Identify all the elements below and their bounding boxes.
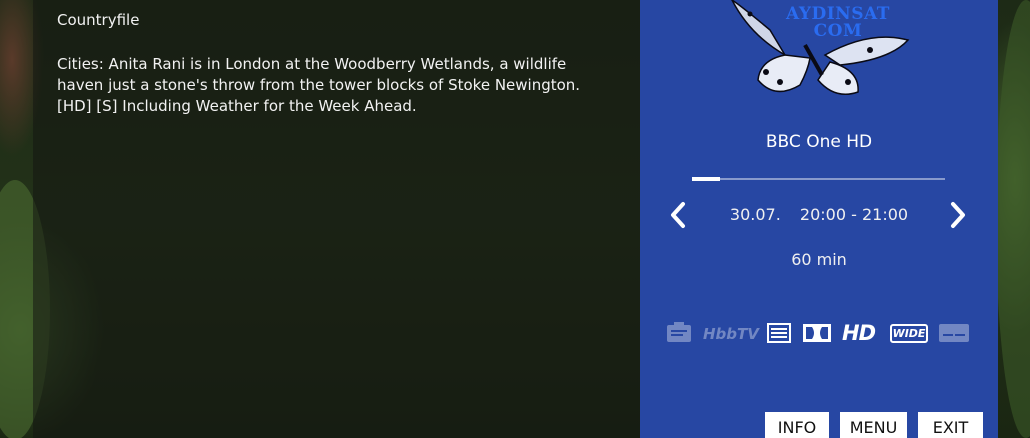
- programme-duration: 60 min: [791, 250, 847, 269]
- menu-button[interactable]: MENU: [840, 412, 907, 438]
- logo-wordmark: AYDINSAT COM: [786, 6, 890, 40]
- teletext-icon: [767, 323, 791, 343]
- programme-info-panel: Countryfile Cities: Anita Rani is in Lon…: [33, 0, 640, 438]
- dolby-icon: [803, 324, 831, 342]
- channel-panel: AYDINSAT COM BBC One HD 30.07. 20:00 - 2…: [640, 0, 998, 438]
- info-sheet-icon: [667, 322, 691, 342]
- foliage-right: [996, 0, 1030, 438]
- subtitles-icon: [939, 324, 969, 342]
- programme-schedule: 30.07. 20:00 - 21:00: [640, 205, 998, 224]
- programme-date: 30.07.: [729, 205, 781, 224]
- channel-name: BBC One HD: [765, 132, 873, 152]
- info-button[interactable]: INFO: [765, 412, 829, 438]
- progress-fill: [692, 177, 720, 181]
- hbbtv-icon: HbbTV: [703, 325, 759, 343]
- programme-title: Countryfile: [57, 11, 140, 29]
- programme-progress-bar: [692, 177, 945, 181]
- next-programme-arrow-icon[interactable]: [946, 200, 970, 230]
- programme-time-range: 20:00 - 21:00: [799, 205, 909, 224]
- hd-icon: HD: [842, 321, 876, 345]
- exit-button[interactable]: EXIT: [918, 412, 983, 438]
- logo-line2: COM: [813, 21, 863, 41]
- widescreen-icon: WIDE: [890, 324, 928, 343]
- programme-description: Cities: Anita Rani is in London at the W…: [57, 55, 581, 115]
